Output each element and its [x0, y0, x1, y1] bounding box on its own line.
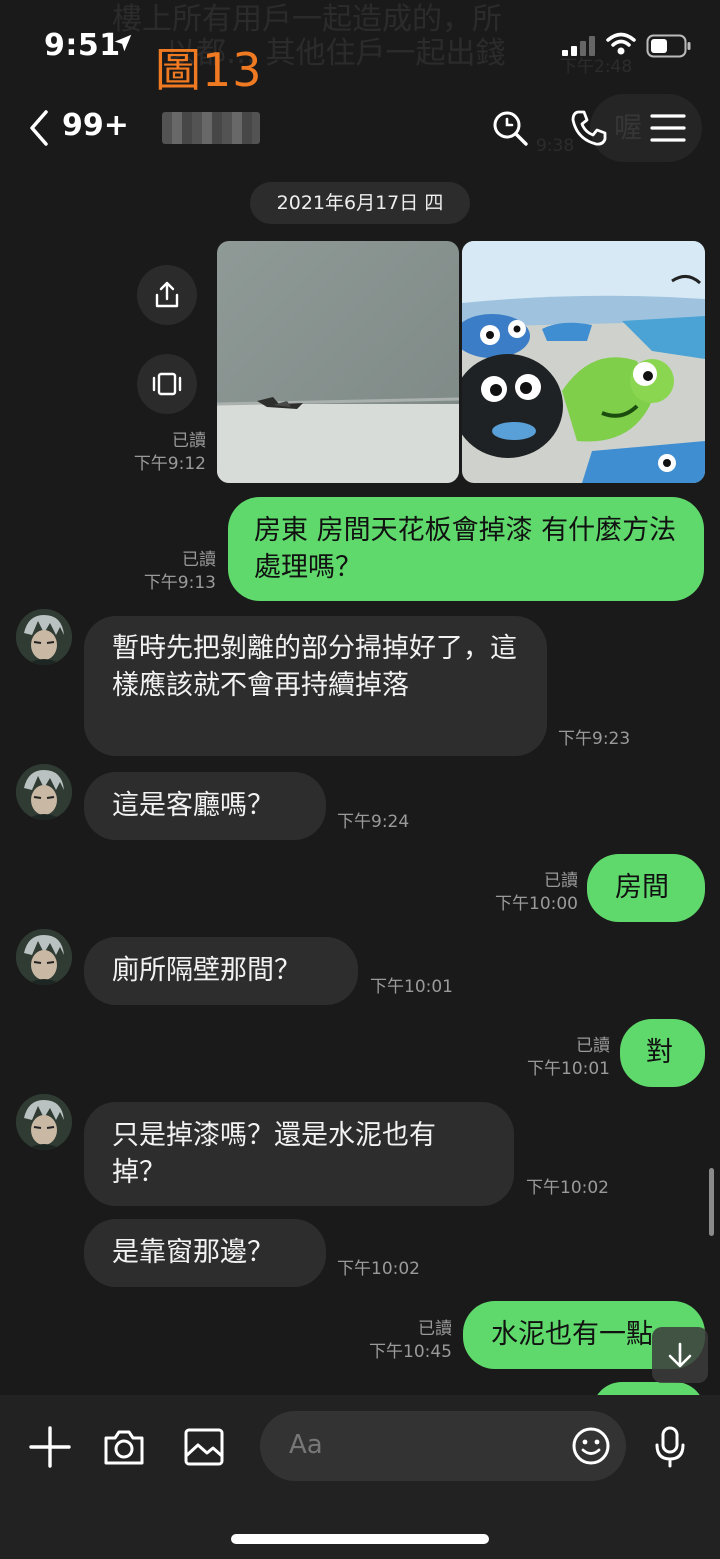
input-bar: Aa — [0, 1395, 720, 1559]
image-icon[interactable] — [182, 1425, 226, 1469]
message-text: 這是客廳嗎？ — [112, 790, 274, 821]
share-icon — [155, 281, 179, 308]
scrollbar[interactable] — [709, 1168, 714, 1236]
message-time: 下午9:24 — [337, 812, 410, 832]
outgoing-message[interactable]: 房間 — [587, 854, 705, 922]
avatar-image — [16, 929, 72, 985]
contact-name-blurred — [162, 112, 260, 144]
search-icon[interactable] — [490, 108, 530, 148]
share-button[interactable] — [137, 265, 197, 325]
message-text: 只是掉漆嗎？還是水泥也有掉？ — [112, 1120, 436, 1188]
signal-icon — [562, 36, 595, 56]
message-time: 下午9:23 — [558, 729, 631, 749]
outgoing-message[interactable]: 房東 房間天花板會掉漆 有什麼方法處理嗎？ — [228, 497, 704, 601]
arrow-down-icon — [668, 1342, 692, 1368]
message-text: 是靠窗那邊？ — [112, 1237, 274, 1268]
album-button[interactable] — [137, 354, 197, 414]
photo-read-status: 已讀 下午9:12 — [133, 431, 206, 474]
unread-count[interactable]: 99+ — [62, 108, 129, 143]
background-ghost-bubble-text: 喔 — [614, 111, 643, 144]
message-text: 房間 — [615, 872, 669, 903]
avatar-image — [16, 1094, 72, 1150]
emoji-icon[interactable] — [570, 1425, 612, 1467]
album-icon — [152, 372, 182, 396]
battery-icon — [646, 34, 691, 58]
photo-bedding[interactable] — [462, 241, 705, 483]
ceiling-photo-image — [217, 241, 459, 483]
photo-ceiling[interactable] — [217, 241, 459, 483]
message-read-status: 已讀 下午10:00 — [495, 871, 578, 914]
message-read-status: 已讀 下午9:13 — [143, 550, 216, 593]
outgoing-message[interactable]: 對 — [620, 1019, 705, 1087]
incoming-message[interactable]: 暫時先把剝離的部分掃掉好了，這樣應該就不會再持續掉落 — [84, 616, 547, 756]
menu-icon[interactable] — [648, 108, 688, 148]
message-read-status: 已讀 下午10:01 — [527, 1036, 610, 1079]
bedding-photo-image — [462, 241, 705, 483]
message-text: 廁所隔壁那間？ — [112, 955, 301, 986]
back-icon[interactable] — [26, 108, 52, 148]
wifi-icon — [606, 32, 636, 55]
avatar[interactable] — [16, 1094, 72, 1150]
message-text: 暫時先把剝離的部分掃掉好了，這樣應該就不會再持續掉落 — [112, 633, 517, 701]
message-time: 下午10:02 — [526, 1178, 609, 1198]
message-read-status: 已讀 下午10:45 — [369, 1319, 452, 1362]
avatar-image — [16, 764, 72, 820]
microphone-icon[interactable] — [648, 1425, 692, 1469]
message-input[interactable]: Aa — [260, 1411, 626, 1481]
location-arrow-icon — [114, 34, 132, 52]
incoming-message[interactable]: 廁所隔壁那間？ — [84, 937, 358, 1005]
message-text: 對 — [646, 1037, 673, 1068]
status-bar: 樓上所有用戶一起造成的，所 以都… 其他住戶一起出錢 下午2:48 9:51 圖… — [0, 0, 720, 97]
message-text: 房東 房間天花板會掉漆 有什麼方法處理嗎？ — [254, 515, 677, 583]
home-indicator — [231, 1534, 489, 1544]
message-text: 水泥也有一點 — [491, 1319, 653, 1350]
phone-icon[interactable] — [569, 108, 609, 148]
message-time: 下午10:02 — [337, 1259, 420, 1279]
incoming-message[interactable]: 這是客廳嗎？ — [84, 772, 326, 840]
incoming-message[interactable]: 只是掉漆嗎？還是水泥也有掉？ — [84, 1102, 514, 1206]
message-time: 下午10:01 — [370, 977, 453, 997]
avatar[interactable] — [16, 609, 72, 665]
incoming-message[interactable]: 是靠窗那邊？ — [84, 1219, 326, 1287]
camera-icon[interactable] — [102, 1425, 146, 1469]
figure-label: 圖13 — [155, 43, 263, 97]
status-time: 9:51 — [44, 28, 121, 63]
chat-header: 99+ 喔 9:38 — [0, 92, 720, 164]
avatar[interactable] — [16, 764, 72, 820]
avatar-image — [16, 609, 72, 665]
message-input-placeholder: Aa — [289, 1430, 323, 1460]
scroll-to-bottom-button[interactable] — [652, 1327, 708, 1383]
date-separator: 2021年6月17日 四 — [250, 182, 470, 224]
plus-icon[interactable] — [28, 1425, 72, 1469]
avatar[interactable] — [16, 929, 72, 985]
